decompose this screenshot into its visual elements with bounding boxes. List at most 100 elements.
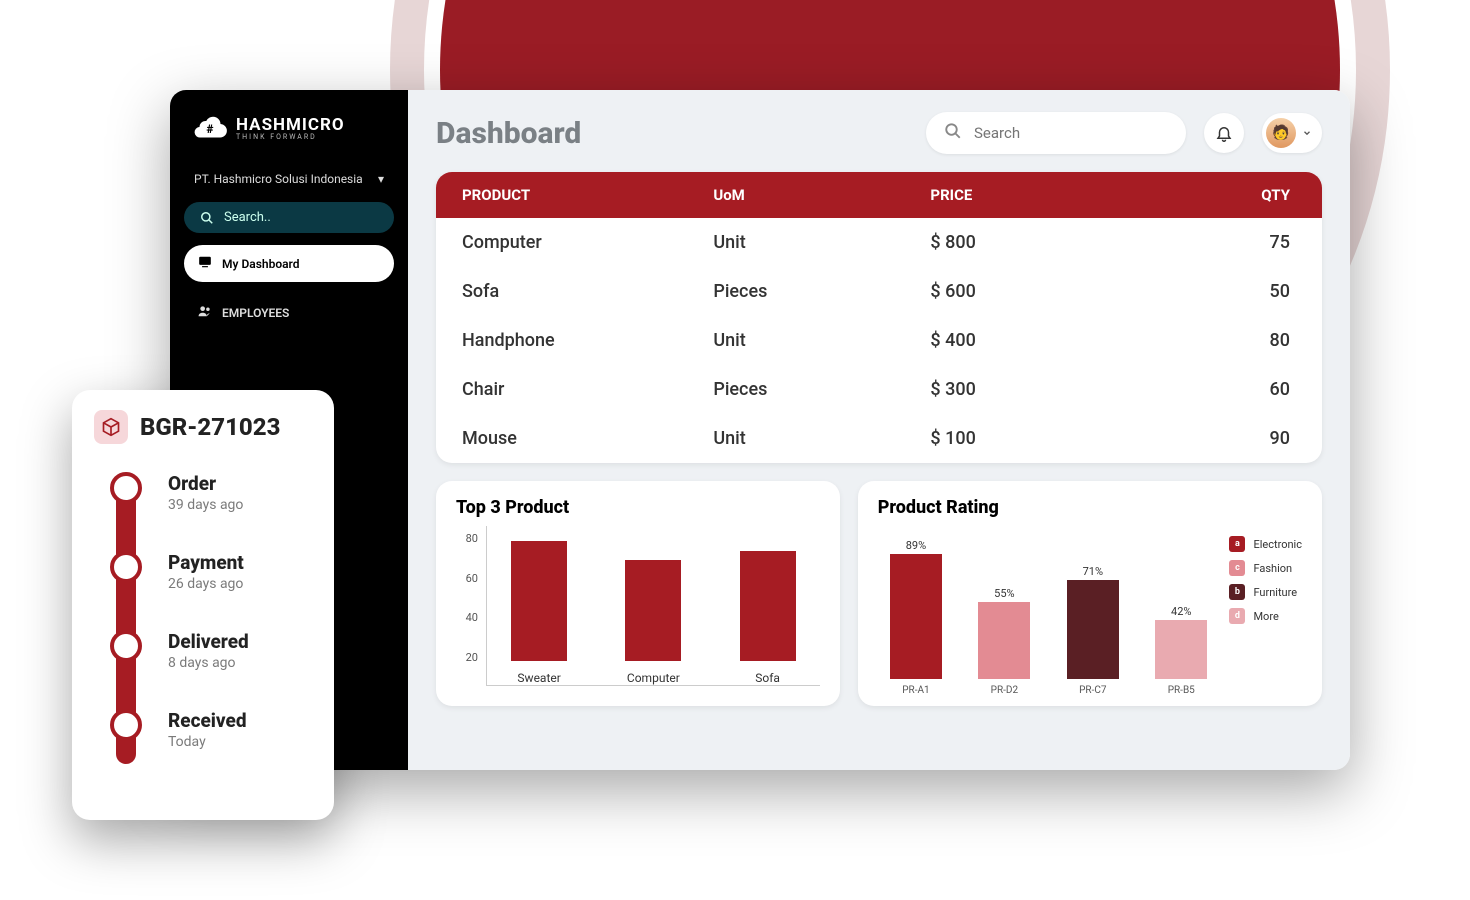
search-icon — [200, 211, 214, 225]
bar-label: Computer — [627, 671, 680, 685]
org-selector[interactable]: PT. Hashmicro Solusi Indonesia ▾ — [184, 168, 394, 190]
rating-bar — [978, 602, 1030, 679]
td-qty: 75 — [1182, 232, 1296, 253]
step-subtitle: 8 days ago — [168, 655, 249, 671]
chevron-down-icon: ▾ — [378, 172, 384, 186]
topbar: Dashboard 🧑 — [436, 112, 1322, 154]
rating-bar-col: 71%PR-C7 — [1061, 565, 1125, 696]
people-icon — [198, 304, 212, 321]
rating-legend: aElectronic cFashion bFurniture dMore — [1229, 526, 1302, 696]
rating-bar-label: PR-D2 — [991, 685, 1018, 696]
table-row[interactable]: MouseUnit$ 10090 — [436, 414, 1322, 463]
step-title: Payment — [168, 551, 244, 574]
td-price: $ 300 — [930, 379, 1181, 400]
dashboard-icon — [198, 255, 212, 272]
legend-fashion: cFashion — [1229, 560, 1302, 576]
table-row[interactable]: ChairPieces$ 30060 — [436, 365, 1322, 414]
td-qty: 80 — [1182, 330, 1296, 351]
tracking-timeline: Order 39 days ago Payment26 days agoDelive… — [100, 462, 312, 778]
timeline-dot — [110, 472, 142, 504]
step-subtitle: Today — [168, 734, 247, 750]
nav-employees-label: EMPLOYEES — [222, 306, 289, 320]
global-search[interactable] — [926, 112, 1186, 154]
td-product: Mouse — [462, 428, 713, 449]
td-price: $ 600 — [930, 281, 1181, 302]
rating-bar-label: PR-C7 — [1079, 685, 1106, 696]
rating-bar — [1067, 580, 1119, 679]
td-uom: Pieces — [713, 379, 930, 400]
table-row[interactable]: HandphoneUnit$ 40080 — [436, 316, 1322, 365]
nav-employees[interactable]: EMPLOYEES — [184, 294, 394, 331]
th-product: PRODUCT — [462, 186, 713, 204]
timeline-dot — [110, 551, 142, 583]
td-qty: 90 — [1182, 428, 1296, 449]
bar-col: Sweater — [497, 541, 581, 685]
bar-label: Sweater — [517, 671, 560, 685]
td-product: Computer — [462, 232, 713, 253]
td-uom: Unit — [713, 428, 930, 449]
bar-label: Sofa — [755, 671, 780, 685]
page-title: Dashboard — [436, 116, 581, 151]
top3-chart-card: Top 3 Product 80604020 SweaterComputerSo… — [436, 481, 840, 706]
package-icon — [94, 410, 128, 444]
td-price: $ 800 — [930, 232, 1181, 253]
rating-bar-label: PR-B5 — [1168, 685, 1195, 696]
svg-text:#: # — [207, 122, 214, 136]
bar-col: Sofa — [725, 551, 809, 686]
timeline-dot — [110, 630, 142, 662]
th-uom: UoM — [713, 186, 930, 204]
td-qty: 50 — [1182, 281, 1296, 302]
bar — [740, 551, 796, 662]
org-name: PT. Hashmicro Solusi Indonesia — [194, 172, 363, 186]
sidebar-search-placeholder: Search.. — [224, 210, 271, 225]
cloud-hash-icon: # — [192, 112, 228, 146]
td-price: $ 400 — [930, 330, 1181, 351]
rating-bar-col: 89% PR-A1 — [884, 539, 948, 696]
tracking-card: BGR-271023 Order 39 days ago Payment26 day… — [72, 390, 334, 820]
step-title: Received — [168, 709, 247, 732]
user-menu[interactable]: 🧑 — [1262, 113, 1322, 153]
brand-name: HASHMICRO — [236, 117, 345, 134]
timeline-step: Received Today — [100, 699, 312, 778]
rating-bar-col: 55%PR-D2 — [972, 587, 1036, 696]
charts-row: Top 3 Product 80604020 SweaterComputerSo… — [436, 481, 1322, 706]
rating-value-label: 89% — [906, 539, 926, 552]
nav-my-dashboard[interactable]: My Dashboard — [184, 245, 394, 282]
step-subtitle: 39 days ago — [168, 497, 243, 513]
rating-bar — [890, 554, 942, 679]
timeline-step: Payment26 days ago — [100, 541, 312, 620]
bell-icon — [1215, 124, 1233, 142]
td-product: Sofa — [462, 281, 713, 302]
bar — [511, 541, 567, 661]
search-icon — [944, 122, 962, 144]
table-row[interactable]: ComputerUnit$ 80075 — [436, 218, 1322, 267]
rating-bar — [1155, 620, 1207, 679]
td-uom: Pieces — [713, 281, 930, 302]
rating-bar-col: 42%PR-B5 — [1149, 605, 1213, 696]
td-qty: 60 — [1182, 379, 1296, 400]
search-input[interactable] — [974, 124, 1173, 142]
timeline-step: Delivered8 days ago — [100, 620, 312, 699]
step-title: Order — [168, 472, 243, 495]
td-product: Chair — [462, 379, 713, 400]
top3-title: Top 3 Product — [456, 497, 820, 518]
rating-bar-label: PR-A1 — [902, 685, 929, 696]
legend-furniture: bFurniture — [1229, 584, 1302, 600]
table-row[interactable]: SofaPieces$ 60050 — [436, 267, 1322, 316]
app-window: # HASHMICRO THINK FORWARD PT. Hashmicro … — [170, 90, 1350, 770]
timeline-step: Order 39 days ago — [100, 462, 312, 541]
td-product: Handphone — [462, 330, 713, 351]
bar — [625, 560, 681, 661]
sidebar-search[interactable]: Search.. — [184, 202, 394, 233]
notifications-button[interactable] — [1204, 113, 1244, 153]
top3-bars: Sweater Computer Sofa — [486, 526, 820, 686]
brand-logo: # HASHMICRO THINK FORWARD — [184, 108, 394, 156]
td-price: $ 100 — [930, 428, 1181, 449]
bar-col: Computer — [611, 560, 695, 685]
avatar: 🧑 — [1266, 118, 1296, 148]
tracking-ref: BGR-271023 — [140, 413, 280, 441]
nav-dashboard-label: My Dashboard — [222, 257, 300, 271]
rating-bars: 89% PR-A1 55%PR-D2 71%PR-C7 42%PR-B5 — [878, 526, 1220, 696]
td-uom: Unit — [713, 232, 930, 253]
products-table: PRODUCT UoM PRICE QTY ComputerUnit$ 8007… — [436, 172, 1322, 463]
